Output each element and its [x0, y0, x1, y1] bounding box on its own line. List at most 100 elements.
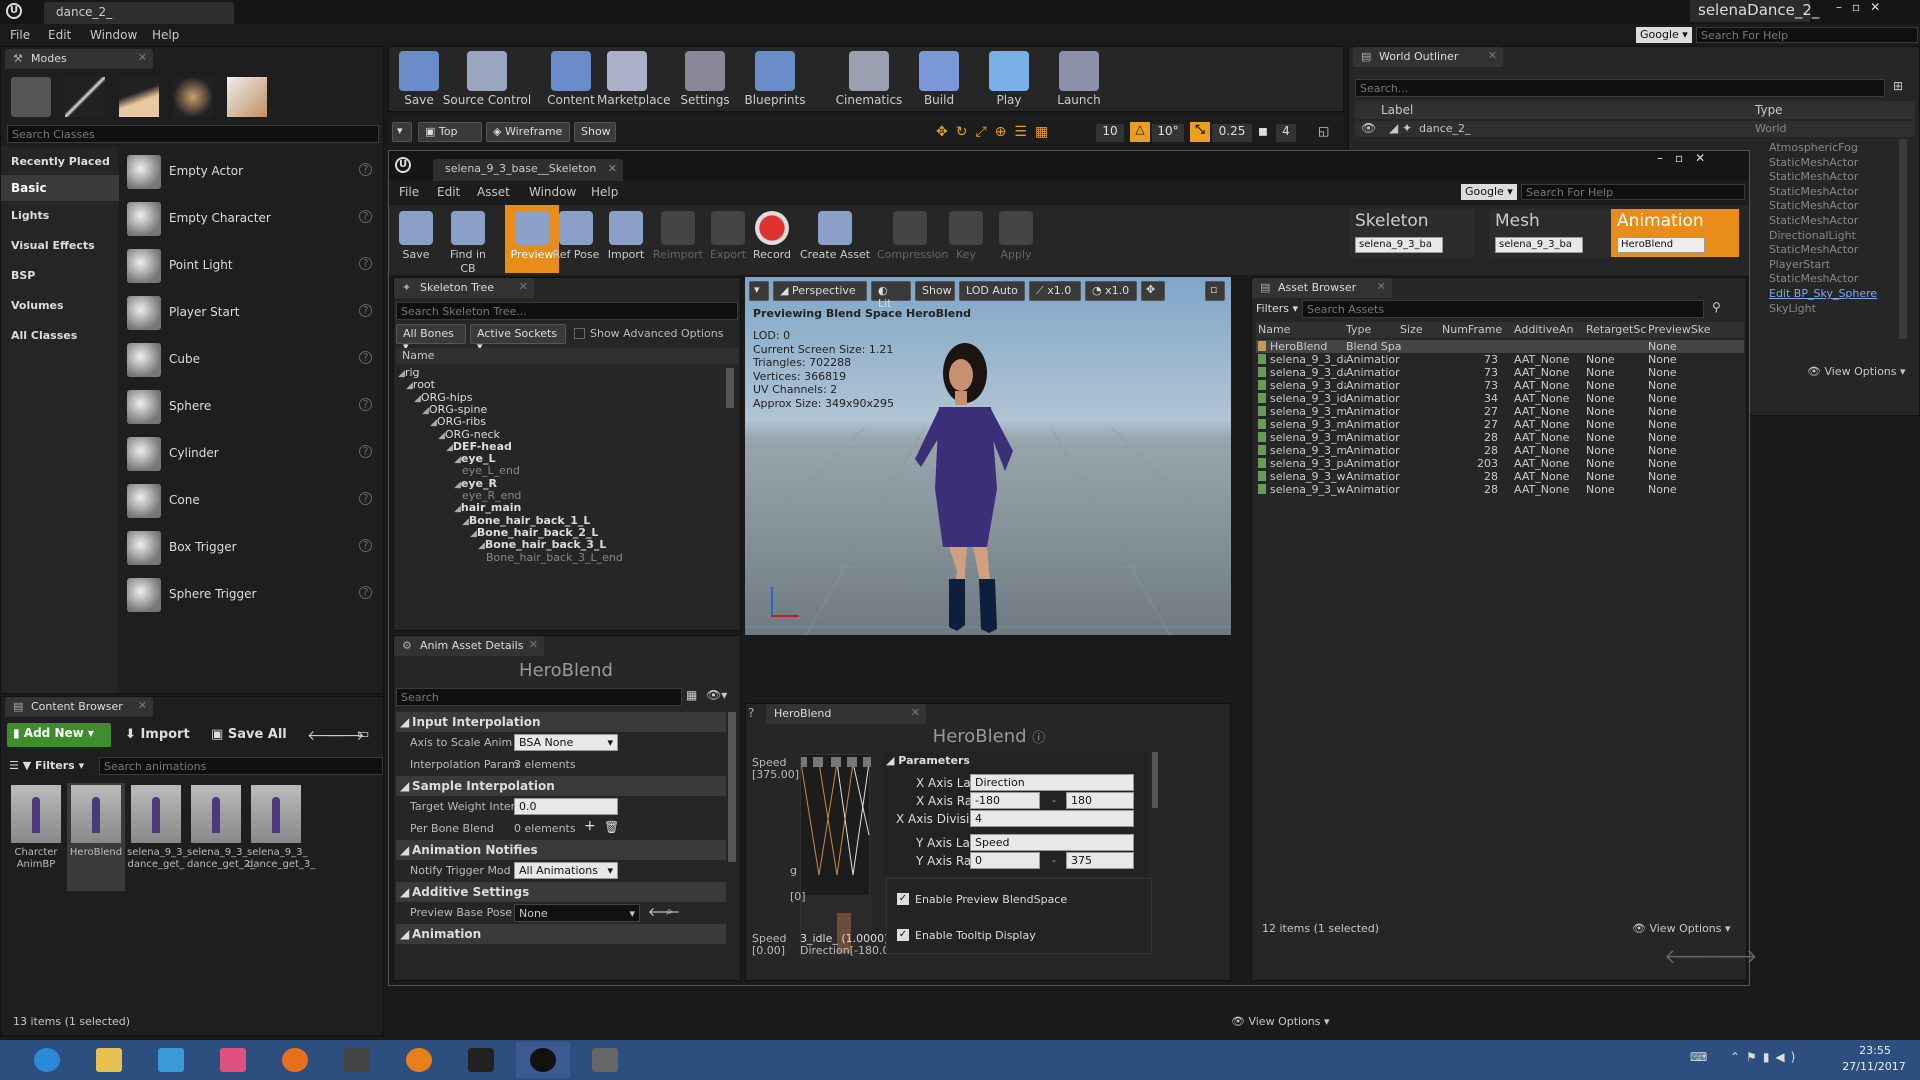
- close-icon[interactable]: ✕: [519, 280, 528, 293]
- asset-row[interactable]: selena_9_3_mo Animatior 27 AAT_None None None: [1256, 418, 1744, 431]
- close-icon[interactable]: ✕: [138, 699, 147, 712]
- ref-pose-button[interactable]: Ref Pose: [549, 205, 603, 273]
- create-asset-button[interactable]: Create Asset: [799, 205, 871, 273]
- lod-button[interactable]: LOD Auto: [959, 281, 1025, 301]
- category-lights[interactable]: Lights: [11, 209, 49, 223]
- expand-arrow-icon[interactable]: ◢: [438, 431, 445, 441]
- asset-row[interactable]: selena_9_3_darAnimatior 73 AAT_None None Non…: [1256, 353, 1744, 366]
- pinned-app-icon[interactable]: [144, 1042, 198, 1078]
- foliage-mode-icon[interactable]: [173, 77, 213, 117]
- save-button[interactable]: Save: [389, 205, 443, 273]
- filters-button[interactable]: ☰ ▼ Filters ▾: [9, 759, 84, 772]
- outliner-type[interactable]: StaticMeshActor: [1769, 170, 1899, 183]
- compression-button[interactable]: Compression: [877, 205, 948, 273]
- blueprints-button[interactable]: Blueprints: [735, 47, 815, 113]
- place-item-empty-character[interactable]: Empty Character?: [123, 198, 381, 238]
- geometry-mode-icon[interactable]: [227, 77, 267, 117]
- close-icon[interactable]: ✕: [1488, 49, 1497, 62]
- help-icon[interactable]: ?: [359, 257, 372, 270]
- parameters-scrollbar[interactable]: [1152, 752, 1158, 808]
- mode-animation[interactable]: Animation HeroBlend: [1611, 209, 1739, 257]
- outliner-type[interactable]: DirectionalLight: [1769, 229, 1899, 242]
- grid-snap-value[interactable]: 10: [1096, 124, 1124, 142]
- save-button[interactable]: Save: [389, 47, 449, 113]
- persona-search-engine[interactable]: Google ▾: [1461, 184, 1517, 200]
- unreal-engine-icon[interactable]: [516, 1042, 570, 1078]
- category-visual-effects[interactable]: Visual Effects: [11, 239, 95, 253]
- col-retargetsc[interactable]: RetargetSc: [1586, 323, 1646, 336]
- menu-help[interactable]: Help: [152, 28, 179, 42]
- place-item-point-light[interactable]: Point Light?: [123, 245, 381, 285]
- epic-games-icon[interactable]: [454, 1042, 508, 1078]
- asset-tile[interactable]: Charcter AnimBP: [7, 783, 65, 891]
- parameters-header[interactable]: ◢ Parameters: [886, 754, 970, 767]
- category-bsp[interactable]: BSP: [11, 269, 35, 283]
- category-volumes[interactable]: Volumes: [11, 299, 64, 313]
- search-assets-input[interactable]: Search Assets: [1302, 300, 1704, 318]
- close-icon[interactable]: ✕: [529, 638, 538, 651]
- help-icon[interactable]: ?: [359, 210, 372, 223]
- scale-snap-icon[interactable]: ⤡: [1190, 122, 1210, 142]
- tab-heroblend[interactable]: HeroBlend ✕: [766, 704, 926, 724]
- expand-arrow-icon[interactable]: ◢: [454, 455, 461, 465]
- section-additive-settings[interactable]: ◢ Additive Settings: [396, 882, 726, 902]
- section-animation[interactable]: ◢ Animation: [396, 924, 726, 944]
- asset-tile[interactable]: selena_9_3_ dance_get_2_: [187, 783, 255, 891]
- use-selected-icon[interactable]: 🡐: [648, 904, 680, 919]
- outliner-type[interactable]: StaticMeshActor: [1769, 214, 1899, 227]
- mode-mesh[interactable]: Mesh selena_9_3_ba: [1489, 209, 1615, 257]
- asset-row[interactable]: selena_9_3_mo Animatior 28 AAT_None None None: [1256, 444, 1744, 457]
- axis-scale-dropdown[interactable]: BSA None ▾: [514, 734, 618, 751]
- place-item-sphere-trigger[interactable]: Sphere Trigger?: [123, 574, 381, 614]
- outliner-type[interactable]: PlayerStart: [1769, 258, 1899, 271]
- camera-speed-button[interactable]: ◔ x1.0: [1085, 281, 1137, 301]
- col-size[interactable]: Size: [1400, 323, 1423, 336]
- outliner-scrollbar[interactable]: [1899, 139, 1907, 339]
- persona-menu-window[interactable]: Window: [529, 185, 576, 199]
- tab-world-outliner[interactable]: ▤ World Outliner ✕: [1353, 47, 1503, 67]
- col-type[interactable]: Type: [1755, 103, 1783, 117]
- place-item-empty-actor[interactable]: Empty Actor?: [123, 151, 381, 191]
- outliner-search-input[interactable]: Search...: [1355, 79, 1885, 97]
- help-icon[interactable]: ?: [359, 586, 372, 599]
- details-scrollbar[interactable]: [728, 712, 736, 862]
- tab-anim-asset-details[interactable]: ⚙ Anim Asset Details ✕: [394, 636, 544, 656]
- asset-tile[interactable]: selena_9_3_ dance_get_: [127, 783, 187, 891]
- outliner-type[interactable]: StaticMeshActor: [1769, 199, 1899, 212]
- add-new-button[interactable]: ▮ Add New ▾: [7, 723, 111, 747]
- outliner-type[interactable]: AtmosphericFog: [1769, 141, 1899, 154]
- preview-show-button[interactable]: Show: [915, 281, 955, 301]
- folder-icon[interactable]: ▭: [357, 727, 369, 742]
- add-element-icon[interactable]: +: [584, 818, 596, 834]
- x-axis-min-input[interactable]: -180: [970, 792, 1040, 809]
- close-icon[interactable]: ✕: [911, 706, 920, 719]
- x-axis-max-input[interactable]: 180: [1066, 792, 1134, 809]
- section-input-interpolation[interactable]: ◢ Input Interpolation: [396, 712, 726, 732]
- enable-tooltip-checkbox[interactable]: ✓: [897, 929, 909, 941]
- expand-arrow-icon[interactable]: ◢: [406, 381, 413, 391]
- firefox-icon[interactable]: [268, 1042, 322, 1078]
- asset-user-icon[interactable]: ⚲: [1712, 300, 1721, 314]
- search-animations-input[interactable]: Search animations: [99, 757, 383, 775]
- paint-app-icon[interactable]: [206, 1042, 260, 1078]
- show-button[interactable]: Show: [574, 122, 616, 142]
- asset-row[interactable]: selena_9_3_idleAnimatior 34 AAT_None None No…: [1256, 392, 1744, 405]
- lit-button[interactable]: ◐ Lit: [871, 281, 911, 310]
- place-item-sphere[interactable]: Sphere?: [123, 386, 381, 426]
- delete-icon[interactable]: 🗑: [604, 820, 619, 834]
- close-icon[interactable]: ✕: [1377, 280, 1386, 293]
- media-app-icon[interactable]: [330, 1042, 384, 1078]
- outliner-type[interactable]: StaticMeshActor: [1769, 272, 1899, 285]
- expand-arrow-icon[interactable]: ◢: [446, 443, 453, 453]
- help-icon[interactable]: ?: [359, 398, 372, 411]
- visibility-eye-icon[interactable]: 👁: [1361, 121, 1376, 135]
- angle-snap-value[interactable]: 10°: [1152, 124, 1184, 142]
- expand-arrow-icon[interactable]: ◢: [430, 418, 437, 428]
- outliner-add-icon[interactable]: ⊞: [1893, 79, 1903, 93]
- asset-row[interactable]: selena_9_3_wa Animatior 28 AAT_None None None: [1256, 470, 1744, 483]
- category-basic[interactable]: Basic: [1, 175, 119, 201]
- category-all-classes[interactable]: All Classes: [11, 329, 77, 343]
- col-name[interactable]: Name: [1258, 323, 1290, 336]
- persona-menu-edit[interactable]: Edit: [437, 185, 460, 199]
- expand-arrow-icon[interactable]: ◢: [422, 406, 429, 416]
